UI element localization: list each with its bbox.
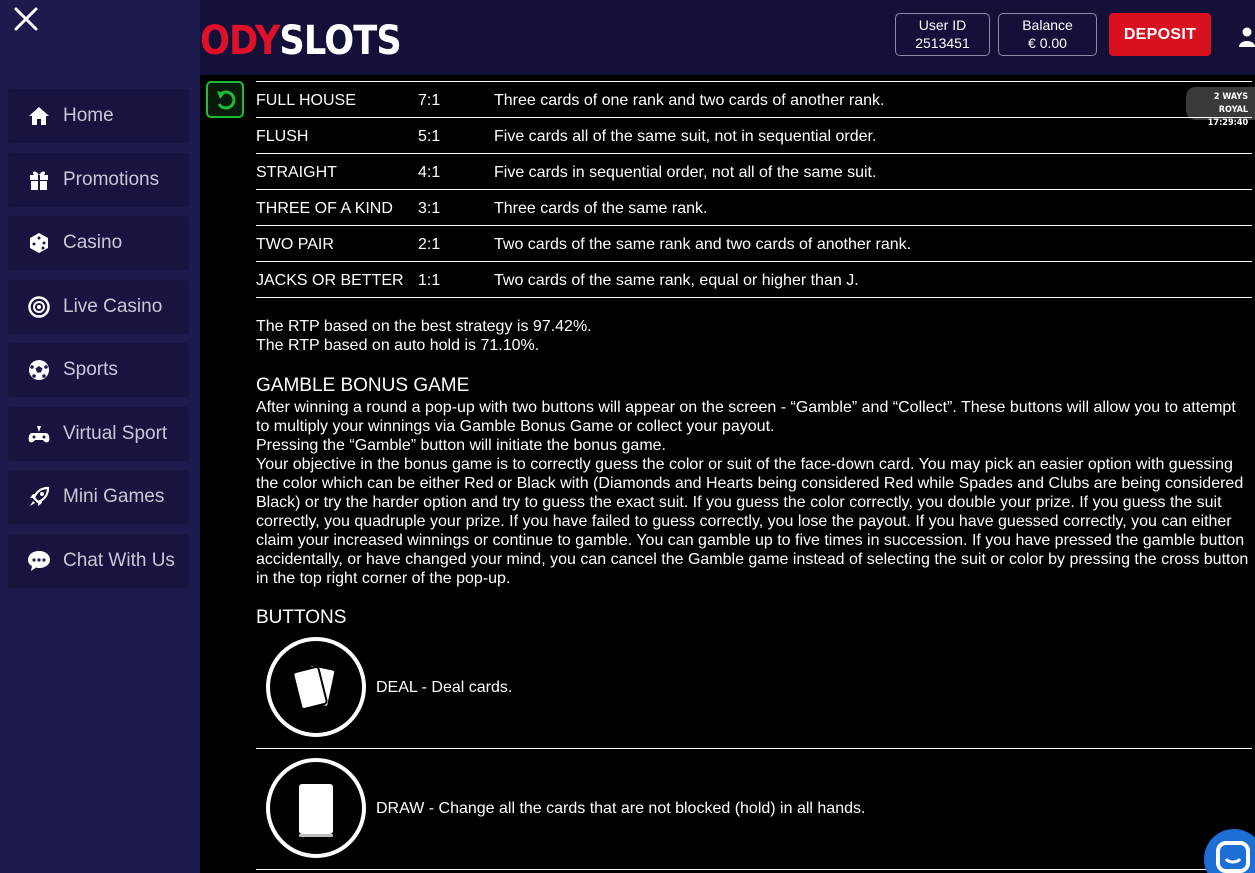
roulette-icon [27, 295, 51, 319]
back-button[interactable] [206, 81, 244, 118]
undo-arrow-icon [217, 90, 236, 109]
game-rules-content[interactable]: 2 WAYS ROYAL 17:29:40 FULL HOUSE 7:1 Thr… [200, 75, 1255, 873]
draw-card-icon [266, 758, 366, 858]
deposit-button[interactable]: DEPOSIT [1109, 13, 1211, 56]
user-id-label: User ID [918, 17, 967, 33]
table-row: FULL HOUSE 7:1 Three cards of one rank a… [256, 82, 1252, 118]
deal-button-row: DEAL - Deal cards. [256, 628, 1252, 749]
table-row: FLUSH 5:1 Five cards all of the same sui… [256, 118, 1252, 154]
user-id-box: User ID 2513451 [895, 13, 990, 56]
home-icon [27, 104, 51, 128]
chat-bubble-icon [1216, 841, 1250, 873]
sidebar-item-promotions[interactable]: Promotions [8, 153, 189, 207]
gamble-heading: GAMBLE BONUS GAME [256, 375, 470, 396]
sidebar-item-virtual-sport[interactable]: Virtual Sport [8, 407, 189, 461]
gamble-paragraph: After winning a round a pop-up with two … [256, 399, 1236, 435]
sidebar-item-label: Promotions [63, 169, 160, 190]
table-row: JACKS OR BETTER 1:1 Two cards of the sam… [256, 262, 1252, 298]
sidebar-item-casino[interactable]: Casino [8, 216, 189, 270]
draw-description: DRAW - Change all the cards that are not… [376, 800, 866, 817]
sidebar-item-label: Sports [63, 359, 118, 380]
deal-cards-icon [266, 637, 366, 737]
gamble-paragraph: Your objective in the bonus game is to c… [256, 456, 1249, 587]
sidebar-item-home[interactable]: Home [8, 89, 189, 143]
balance-box: Balance € 0.00 [998, 13, 1097, 56]
sidebar-item-label: Live Casino [63, 296, 163, 317]
rtp-info: The RTP based on the best strategy is 97… [256, 317, 1252, 355]
dice-icon [27, 231, 51, 255]
sidebar-item-label: Home [63, 105, 114, 126]
balance-value: € 0.00 [1028, 35, 1067, 51]
soccer-ball-icon [27, 358, 51, 382]
sidebar-item-label: Casino [63, 232, 123, 253]
rtp-best: The RTP based on the best strategy is 97… [256, 318, 592, 335]
rocket-icon [27, 485, 51, 509]
gift-icon [27, 168, 51, 192]
table-row: TWO PAIR 2:1 Two cards of the same rank … [256, 226, 1252, 262]
sidebar-item-label: Virtual Sport [63, 423, 168, 444]
sidebar-item-chat[interactable]: Chat With Us [8, 534, 189, 588]
user-id-value: 2513451 [915, 35, 970, 51]
buttons-heading: BUTTONS [256, 607, 347, 628]
sidebar-item-label: Mini Games [63, 486, 165, 507]
draw-button-row: DRAW - Change all the cards that are not… [256, 749, 1252, 870]
close-icon[interactable] [11, 4, 41, 34]
sidebar-item-live-casino[interactable]: Live Casino [8, 280, 189, 334]
rtp-auto: The RTP based on auto hold is 71.10%. [256, 337, 540, 354]
chat-icon [27, 549, 51, 573]
paytable: FULL HOUSE 7:1 Three cards of one rank a… [256, 81, 1252, 298]
table-row: THREE OF A KIND 3:1 Three cards of the s… [256, 190, 1252, 226]
balance-label: Balance [1022, 17, 1073, 33]
gamble-description: After winning a round a pop-up with two … [256, 398, 1252, 588]
user-icon[interactable] [1239, 27, 1255, 47]
sidebar-item-label: Chat With Us [63, 550, 175, 571]
site-logo[interactable]: ODYSLOTS [200, 18, 402, 64]
table-row: STRAIGHT 4:1 Five cards in sequential or… [256, 154, 1252, 190]
gamepad-icon [27, 422, 51, 446]
chat-widget-button[interactable] [1204, 829, 1255, 873]
sidebar-menu: Home Promotions Casino Live Casino Sport… [0, 0, 200, 873]
sidebar-item-sports[interactable]: Sports [8, 343, 189, 397]
gamble-paragraph: Pressing the “Gamble” button will initia… [256, 437, 666, 454]
deal-description: DEAL - Deal cards. [376, 679, 513, 696]
sidebar-item-mini-games[interactable]: Mini Games [8, 470, 189, 524]
